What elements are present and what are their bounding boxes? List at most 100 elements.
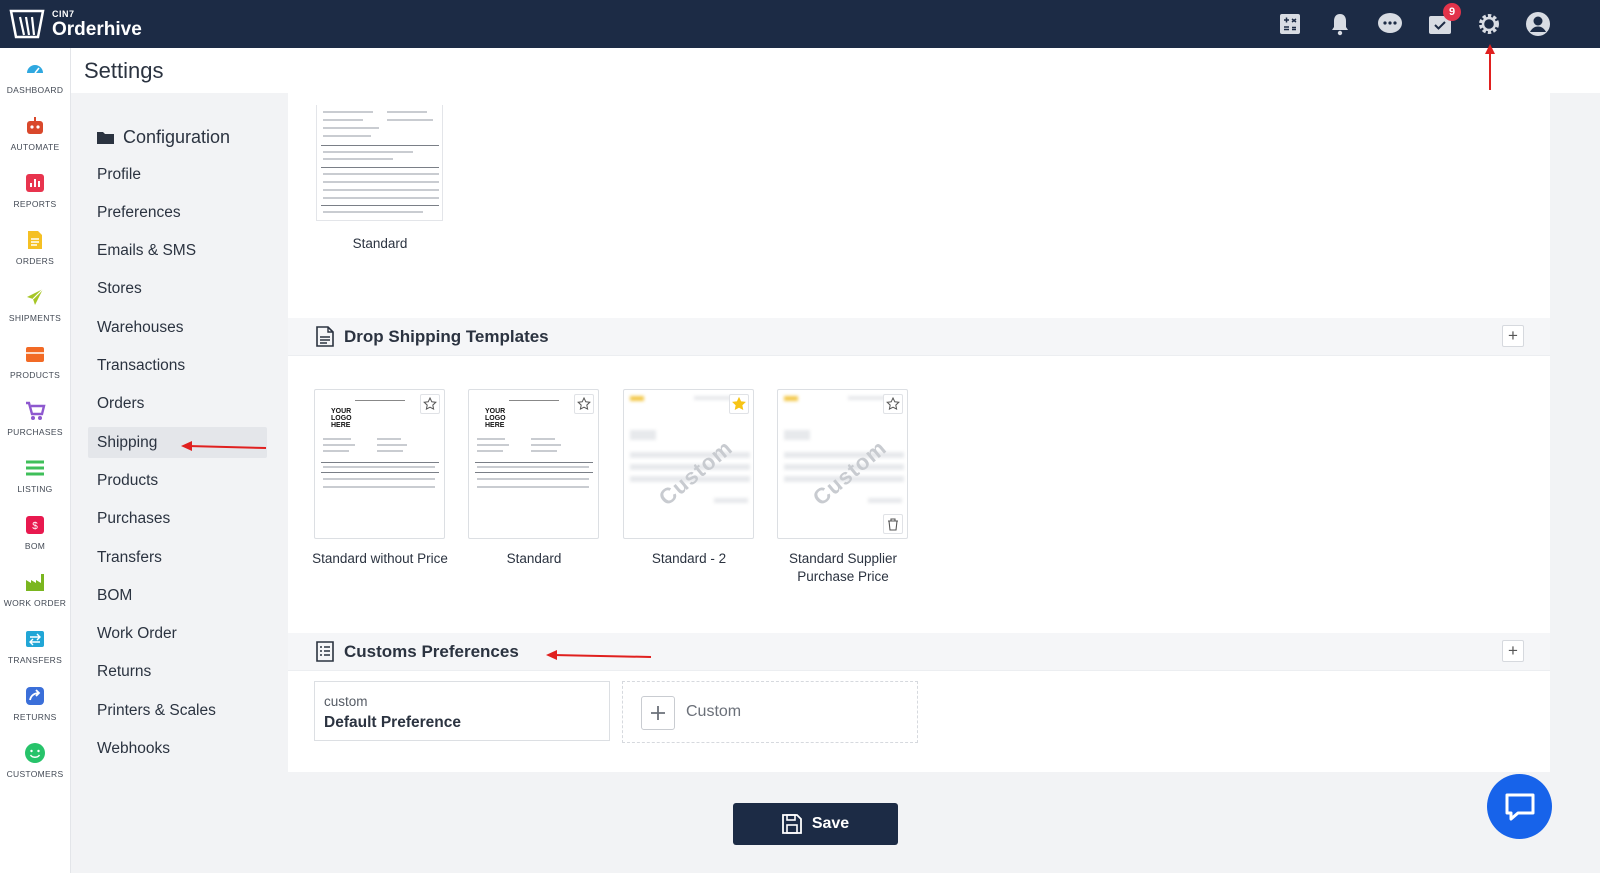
settings-content: Standard Drop Shipping Templates + YOUR … bbox=[288, 93, 1550, 772]
folder-icon bbox=[97, 132, 114, 144]
nav-heading-label: Configuration bbox=[123, 127, 231, 147]
settings-nav-item-work-order[interactable]: Work Order bbox=[88, 619, 267, 650]
settings-nav-item-emails-sms[interactable]: Emails & SMS bbox=[88, 236, 267, 267]
smile-icon bbox=[25, 743, 45, 763]
settings-nav-item-warehouses[interactable]: Warehouses bbox=[88, 312, 267, 343]
settings-nav-item-orders[interactable]: Orders bbox=[88, 389, 267, 420]
rail-label: PRODUCTS bbox=[9, 370, 61, 380]
brand-logo[interactable]: CIN7 Orderhive bbox=[8, 4, 142, 44]
settings-nav-item-purchases[interactable]: Purchases bbox=[88, 504, 267, 535]
bell-icon[interactable] bbox=[1325, 9, 1355, 39]
chat-icon[interactable] bbox=[1375, 9, 1405, 39]
custom-label: Custom bbox=[686, 703, 742, 720]
template-label: Standard without Price bbox=[312, 551, 448, 566]
save-label: Save bbox=[811, 815, 850, 832]
factory-icon bbox=[26, 574, 44, 591]
page-title: Settings bbox=[84, 58, 164, 83]
settings-nav-item-transfers[interactable]: Transfers bbox=[88, 542, 267, 573]
plane-icon bbox=[27, 288, 44, 305]
gear-icon[interactable] bbox=[1474, 9, 1504, 39]
return-icon bbox=[26, 687, 44, 705]
settings-nav-item-preferences[interactable]: Preferences bbox=[88, 197, 267, 228]
annotation-arrow-gear bbox=[1485, 44, 1495, 90]
live-chat-button[interactable] bbox=[1487, 774, 1552, 839]
template-preview[interactable] bbox=[316, 105, 443, 221]
save-button[interactable]: Save bbox=[733, 803, 898, 845]
customs-title: Customs Preferences bbox=[344, 642, 519, 661]
trash-icon[interactable] bbox=[883, 514, 903, 534]
document-list-icon bbox=[316, 641, 334, 662]
settings-nav-item-stores[interactable]: Stores bbox=[88, 274, 267, 305]
settings-nav-item-printers-scales[interactable]: Printers & Scales bbox=[88, 695, 267, 726]
rail-label: ORDERS bbox=[15, 256, 55, 266]
rail-label: TRANSFERS bbox=[7, 655, 63, 665]
preference-name: Default Preference bbox=[324, 714, 461, 731]
nav-heading: Configuration bbox=[96, 127, 230, 148]
favorite-star-icon[interactable] bbox=[729, 394, 749, 414]
customs-header: Customs Preferences + bbox=[288, 633, 1550, 671]
template-label: Standard bbox=[352, 236, 408, 251]
add-custom-preference[interactable]: Custom bbox=[622, 681, 918, 743]
template-label: Standard Supplier Purchase Price bbox=[788, 551, 898, 584]
dashboard-icon bbox=[27, 65, 43, 74]
annotation-arrow-customs bbox=[546, 650, 652, 660]
rail-item-orders[interactable]: ORDERS bbox=[0, 219, 70, 276]
favorite-star-icon[interactable] bbox=[574, 394, 594, 414]
logo-placeholder: YOUR LOGO HERE bbox=[331, 408, 352, 429]
rail-item-bom[interactable]: $ BOM bbox=[0, 504, 70, 561]
drop-shipping-title: Drop Shipping Templates bbox=[344, 327, 549, 346]
orderhive-logo-icon bbox=[9, 9, 45, 39]
template-card[interactable]: YOUR LOGO HERE bbox=[314, 389, 445, 539]
rail-item-transfers[interactable]: TRANSFERS bbox=[0, 618, 70, 675]
favorite-star-icon[interactable] bbox=[883, 394, 903, 414]
settings-nav-item-bom[interactable]: BOM bbox=[88, 580, 267, 611]
rail-item-work-order[interactable]: WORK ORDER bbox=[0, 561, 70, 618]
add-customs-button[interactable]: + bbox=[1502, 640, 1524, 662]
save-icon bbox=[781, 814, 802, 834]
template-label: Standard bbox=[506, 551, 562, 566]
svg-text:$: $ bbox=[32, 521, 38, 532]
transfer-icon bbox=[26, 631, 44, 647]
rail-label: LISTING bbox=[17, 484, 53, 494]
favorite-star-icon[interactable] bbox=[420, 394, 440, 414]
chat-bubble-icon bbox=[1505, 793, 1534, 820]
brand-name: Orderhive bbox=[52, 18, 142, 40]
rail-item-shipments[interactable]: SHIPMENTS bbox=[0, 276, 70, 333]
top-bar: CIN7 Orderhive 9 bbox=[0, 0, 1600, 48]
settings-nav-item-returns[interactable]: Returns bbox=[88, 657, 267, 688]
rail-label: WORK ORDER bbox=[3, 598, 67, 608]
rail-item-purchases[interactable]: PURCHASES bbox=[0, 390, 70, 447]
user-icon[interactable] bbox=[1523, 9, 1553, 39]
document-icon bbox=[316, 326, 334, 347]
rail-label: BOM bbox=[24, 541, 46, 551]
rail-item-customers[interactable]: CUSTOMERS bbox=[0, 732, 70, 789]
rail-item-reports[interactable]: REPORTS bbox=[0, 162, 70, 219]
page-header: Settings bbox=[71, 48, 1600, 93]
notification-badge: 9 bbox=[1443, 3, 1461, 21]
rail-item-listing[interactable]: LISTING bbox=[0, 447, 70, 504]
customs-preference-card[interactable]: custom Default Preference bbox=[314, 681, 610, 741]
rail-item-returns[interactable]: RETURNS bbox=[0, 675, 70, 732]
settings-nav-item-transactions[interactable]: Transactions bbox=[88, 351, 267, 382]
template-card[interactable]: Custom bbox=[623, 389, 754, 539]
rail-label: REPORTS bbox=[13, 199, 57, 209]
rail-item-dashboard[interactable]: DASHBOARD bbox=[0, 48, 70, 105]
calculator-icon[interactable] bbox=[1275, 9, 1305, 39]
rail-label: CUSTOMERS bbox=[6, 769, 64, 779]
brand-sub: CIN7 bbox=[52, 8, 75, 19]
plus-icon bbox=[641, 696, 675, 730]
rail-label: RETURNS bbox=[13, 712, 57, 722]
add-template-button[interactable]: + bbox=[1502, 325, 1524, 347]
rail-item-products[interactable]: PRODUCTS bbox=[0, 333, 70, 390]
template-label: Standard - 2 bbox=[651, 551, 727, 566]
robot-icon bbox=[27, 117, 43, 134]
rail-item-automate[interactable]: AUTOMATE bbox=[0, 105, 70, 162]
box-icon bbox=[26, 347, 44, 362]
settings-nav-item-profile[interactable]: Profile bbox=[88, 159, 267, 190]
template-card[interactable]: YOUR LOGO HERE bbox=[468, 389, 599, 539]
rail-label: PURCHASES bbox=[7, 427, 63, 437]
settings-nav-item-webhooks[interactable]: Webhooks bbox=[88, 734, 267, 765]
template-card[interactable]: Custom bbox=[777, 389, 908, 539]
tasks-icon[interactable]: 9 bbox=[1425, 3, 1461, 39]
settings-nav-item-products[interactable]: Products bbox=[88, 465, 267, 496]
